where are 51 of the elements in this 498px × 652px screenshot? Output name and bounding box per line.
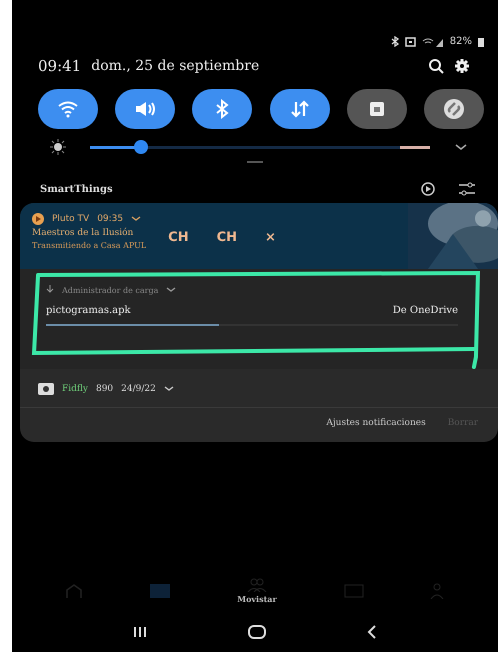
wifi-icon bbox=[57, 100, 79, 118]
chevron-down-icon[interactable] bbox=[164, 385, 174, 393]
brightness-icon bbox=[50, 139, 66, 155]
chevron-down-icon[interactable] bbox=[166, 286, 176, 294]
media-title: Maestros de la Ilusión bbox=[32, 228, 134, 238]
recent-apps-icon[interactable] bbox=[132, 626, 147, 638]
battery-icon bbox=[478, 36, 484, 46]
bluetooth-icon bbox=[390, 36, 399, 47]
chevron-down-icon[interactable] bbox=[131, 215, 142, 223]
download-source: De OneDrive bbox=[392, 305, 458, 316]
quick-toggle[interactable] bbox=[38, 89, 98, 129]
clock-time: 09:41 bbox=[38, 57, 82, 75]
notification-code: 890 bbox=[96, 384, 114, 394]
notification-time: 09:35 bbox=[97, 214, 124, 224]
speaker-icon bbox=[134, 100, 156, 118]
sliders-icon[interactable] bbox=[458, 181, 476, 197]
search-icon[interactable] bbox=[428, 58, 444, 74]
chevron-down-icon[interactable] bbox=[454, 142, 468, 152]
quick-toggle[interactable] bbox=[346, 89, 407, 129]
channel-button[interactable]: CH bbox=[168, 230, 189, 245]
bluetooth-icon bbox=[215, 99, 230, 119]
media-subtitle: Transmitiendo a Casa APUL bbox=[32, 241, 146, 250]
app-name: Pluto TV bbox=[52, 214, 90, 224]
app-icon bbox=[32, 213, 44, 225]
back-icon[interactable] bbox=[367, 625, 378, 639]
slider-thumb[interactable] bbox=[134, 140, 148, 154]
media-notification[interactable]: Pluto TV 09:35 Maestros de la Ilusión Transmitiendo a Casa APUL CH CH × bbox=[20, 203, 498, 269]
quick-toggle[interactable] bbox=[192, 89, 252, 129]
date-text: dom., 25 de septiembre bbox=[91, 58, 260, 74]
quick-toggle[interactable] bbox=[115, 89, 176, 129]
quick-toggle[interactable] bbox=[424, 89, 484, 129]
download-icon bbox=[46, 285, 54, 295]
settings-icon[interactable] bbox=[454, 58, 470, 74]
home-button-icon[interactable] bbox=[248, 625, 266, 639]
file-name: pictogramas.apk bbox=[46, 305, 131, 316]
close-button[interactable]: × bbox=[265, 230, 276, 245]
app-name: Fidfly bbox=[62, 384, 88, 394]
brightness-slider[interactable] bbox=[90, 140, 430, 154]
data-transfer-icon bbox=[290, 100, 310, 118]
app-name: Administrador de carga bbox=[62, 286, 158, 294]
battery-percentage: 82% bbox=[450, 36, 472, 47]
shazam-icon bbox=[442, 98, 465, 120]
app-icon bbox=[38, 383, 54, 395]
quick-toggle[interactable] bbox=[270, 89, 330, 129]
channel-button[interactable]: CH bbox=[216, 230, 238, 245]
notification-date: 24/9/22 bbox=[121, 384, 156, 394]
cast-icon[interactable] bbox=[420, 181, 436, 197]
notification-settings-button[interactable]: Ajustes notificaciones bbox=[326, 418, 426, 428]
signal-icon bbox=[422, 36, 444, 46]
section-title: SmartThings bbox=[40, 184, 113, 194]
nav-label: Movistar bbox=[237, 594, 277, 604]
